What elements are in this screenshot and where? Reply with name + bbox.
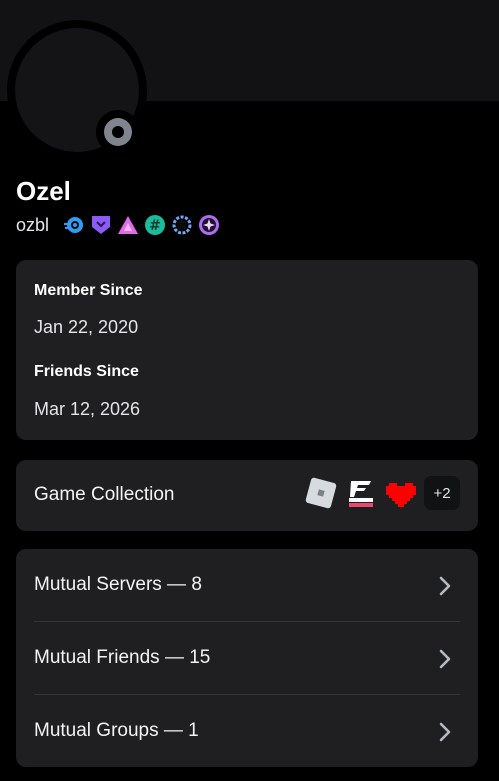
mutual-groups-label: Mutual Groups — 1: [34, 720, 199, 741]
display-name: Ozel: [16, 176, 71, 206]
chevron-right-icon: [438, 575, 452, 597]
friends-since-label: Friends Since: [34, 363, 139, 380]
game-collection-title: Game Collection: [34, 484, 175, 505]
mutual-friends-row[interactable]: Mutual Friends — 15: [16, 622, 478, 694]
status-indicator: [96, 110, 140, 154]
dates-card: Member Since Jan 22, 2020 Friends Since …: [16, 260, 478, 440]
friends-since-value: Mar 12, 2026: [34, 399, 141, 419]
pixel-heart-icon[interactable]: [384, 476, 418, 510]
triangle-badge-icon[interactable]: [117, 214, 139, 236]
svg-text:#: #: [149, 218, 161, 234]
chevron-right-icon: [438, 721, 452, 743]
member-since-value: Jan 22, 2020: [34, 317, 139, 337]
mutual-friends-label: Mutual Friends — 15: [34, 647, 211, 668]
badge-list: #: [63, 214, 220, 236]
username-row: ozbl #: [16, 212, 220, 238]
laurel-badge-icon[interactable]: [171, 214, 193, 236]
member-since-label: Member Since: [34, 282, 143, 299]
username[interactable]: ozbl: [16, 215, 49, 236]
game-collection-card[interactable]: Game Collection +2: [16, 460, 478, 531]
more-games-badge[interactable]: +2: [424, 476, 460, 510]
hashtag-badge-icon[interactable]: #: [144, 214, 166, 236]
mutual-servers-label: Mutual Servers — 8: [34, 574, 202, 595]
offline-status-icon: [104, 118, 132, 146]
forza-horizon-icon[interactable]: [344, 476, 378, 510]
shield-badge-icon[interactable]: [90, 214, 112, 236]
game-icon-list: +2: [304, 476, 460, 510]
chevron-right-icon: [438, 648, 452, 670]
sparkle-badge-icon[interactable]: [198, 214, 220, 236]
mutuals-card: Mutual Servers — 8 Mutual Friends — 15 M…: [16, 549, 478, 767]
mutual-servers-row[interactable]: Mutual Servers — 8: [16, 549, 478, 621]
mutual-groups-row[interactable]: Mutual Groups — 1: [16, 695, 478, 767]
roblox-icon[interactable]: [304, 476, 338, 510]
nitro-badge-icon[interactable]: [63, 214, 85, 236]
